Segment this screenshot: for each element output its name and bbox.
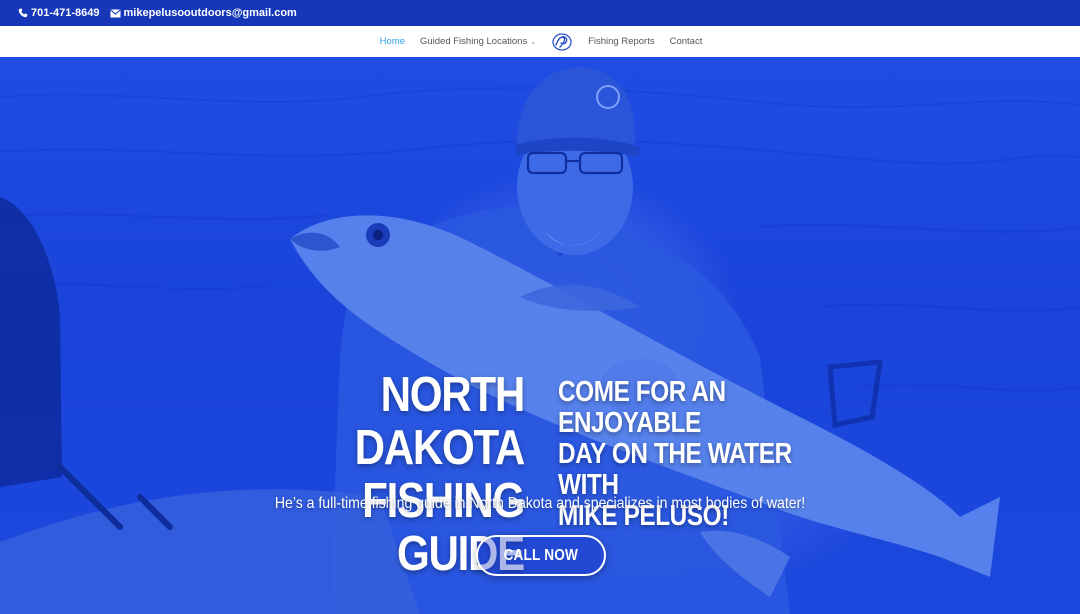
top-contact-bar: 701-471-8649 mikepelusooutdoors@gmail.co… [0, 0, 1080, 26]
hero-section: NORTH DAKOTA FISHING GUIDE COME FOR AN E… [0, 57, 1080, 614]
nav-item-label: Contact [669, 36, 703, 47]
nav-item-label: Fishing Reports [588, 36, 655, 47]
call-now-button[interactable]: CALL NOW [476, 535, 606, 576]
envelope-icon [109, 9, 121, 18]
site-logo-icon [552, 32, 572, 51]
phone-number: 701-471-8649 [31, 7, 100, 19]
hero-background-photo [0, 67, 1080, 614]
email-address: mikepelusooutdoors@gmail.com [123, 7, 297, 19]
phone-link[interactable]: 701-471-8649 [18, 7, 100, 19]
email-link[interactable]: mikepelusooutdoors@gmail.com [109, 7, 297, 19]
hero-title-line-1: NORTH DAKOTA [354, 368, 526, 475]
chevron-down-icon: ⌄ [530, 38, 537, 46]
hero-tagline-line-1: COME FOR AN ENJOYABLE [558, 376, 726, 439]
nav-item-contact[interactable]: Contact [670, 36, 703, 47]
nav-item-label: Guided Fishing Locations [419, 36, 528, 47]
nav-item-fishing-reports[interactable]: Fishing Reports [588, 36, 655, 47]
hero-subtitle: He’s a full-time fishing guide in North … [274, 495, 806, 512]
nav-menu: Home Guided Fishing Locations ⌄ Fishing … [378, 31, 703, 53]
main-navigation: Home Guided Fishing Locations ⌄ Fishing … [0, 26, 1080, 57]
nav-item-label: Home [379, 36, 405, 47]
hero-tagline-line-2: DAY ON THE WATER WITH [558, 438, 792, 501]
site-logo-link[interactable] [551, 31, 573, 53]
nav-item-guided-fishing-locations[interactable]: Guided Fishing Locations ⌄ [420, 36, 536, 47]
call-now-label: CALL NOW [503, 546, 579, 564]
nav-item-home[interactable]: Home [380, 36, 405, 47]
phone-icon [18, 8, 28, 18]
